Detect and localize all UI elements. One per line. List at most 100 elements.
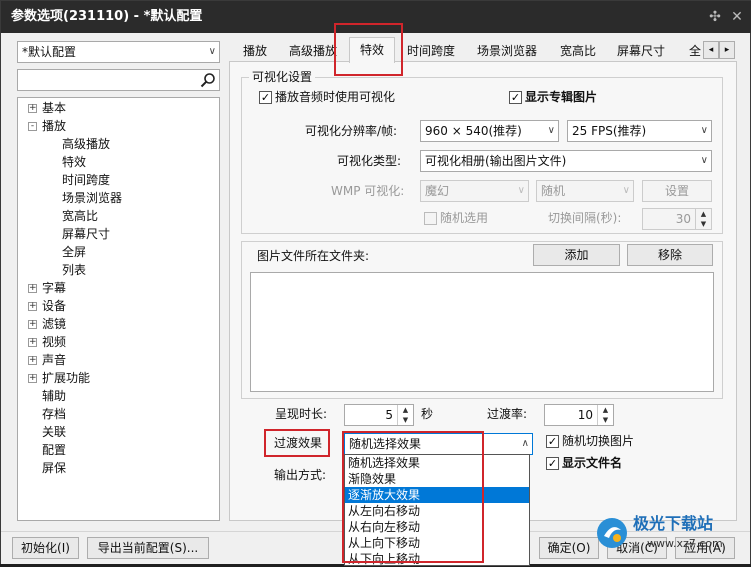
search-icon[interactable] <box>200 72 216 88</box>
random-select-checkbox[interactable] <box>424 212 437 225</box>
checkmark-icon: ✓ <box>510 91 521 104</box>
duration-value: 5 <box>385 408 393 422</box>
show-filename-checkbox[interactable]: ✓ <box>546 457 559 470</box>
tree-item[interactable]: 设备 <box>42 298 66 314</box>
tree-child-item[interactable]: 高级播放 <box>62 136 110 152</box>
random-select-label: 随机选用 <box>440 211 489 225</box>
tree-child-item[interactable]: 场景浏览器 <box>62 190 122 206</box>
tree-expander-icon[interactable]: + <box>28 320 37 329</box>
annotation-box-dropdown <box>342 431 484 563</box>
vis-type-select-value: 可视化相册(输出图片文件) <box>425 154 567 168</box>
tree-item[interactable]: 播放 <box>42 118 66 134</box>
transition-rate-value: 10 <box>577 408 593 422</box>
init-button[interactable]: 初始化(I) <box>12 537 79 559</box>
tree-child-item[interactable]: 全屏 <box>62 244 86 260</box>
tree-item[interactable]: 视频 <box>42 334 66 350</box>
tree-item[interactable]: 辅助 <box>42 388 66 404</box>
export-config-button[interactable]: 导出当前配置(S)... <box>87 537 209 559</box>
vis-type-select[interactable]: 可视化相册(输出图片文件) ∨ <box>420 150 712 172</box>
chevron-down-icon: ∨ <box>622 185 630 196</box>
tree-child-item[interactable]: 宽高比 <box>62 208 98 224</box>
folder-label: 图片文件所在文件夹: <box>257 249 370 263</box>
wmp-setup-button[interactable]: 设置 <box>642 180 712 202</box>
tree-item[interactable]: 扩展功能 <box>42 370 90 386</box>
vis-type-label: 可视化类型: <box>337 154 402 168</box>
tab-6[interactable]: 屏幕尺寸 <box>617 41 665 61</box>
transition-rate-spinner[interactable]: 10 ▲ ▼ <box>544 404 614 426</box>
tab-scroll-left-button[interactable]: ◂ <box>703 41 719 59</box>
tree-item[interactable]: 声音 <box>42 352 66 368</box>
output-label: 输出方式: <box>274 468 327 482</box>
spin-up-icon[interactable]: ▲ <box>597 405 613 415</box>
profile-select[interactable]: *默认配置 ∨ <box>17 41 220 63</box>
tab-0[interactable]: 播放 <box>243 41 267 61</box>
tree-child-item[interactable]: 列表 <box>62 262 86 278</box>
search-input[interactable] <box>20 71 198 89</box>
tree-item[interactable]: 配置 <box>42 442 66 458</box>
watermark: 极光下载站 www.xz7.com <box>595 512 745 556</box>
profile-select-value: *默认配置 <box>22 45 77 59</box>
visualization-group-title: 可视化设置 <box>249 69 316 85</box>
tree-item[interactable]: 基本 <box>42 100 66 116</box>
folder-list[interactable] <box>250 272 714 392</box>
play-audio-vis-checkbox[interactable]: ✓ <box>259 91 272 104</box>
spin-down-icon[interactable]: ▼ <box>397 415 413 425</box>
chevron-down-icon: ∨ <box>700 125 708 136</box>
spin-down-icon[interactable]: ▼ <box>695 219 711 229</box>
tree-child-item[interactable]: 时间跨度 <box>62 172 110 188</box>
tree-expander-icon[interactable]: + <box>28 338 37 347</box>
tree-expander-icon[interactable]: + <box>28 356 37 365</box>
tab-5[interactable]: 宽高比 <box>560 41 596 61</box>
tree-expander-icon[interactable]: - <box>28 122 37 131</box>
spin-up-icon[interactable]: ▲ <box>397 405 413 415</box>
tree-child-item[interactable]: 屏幕尺寸 <box>62 226 110 242</box>
duration-spinner[interactable]: 5 ▲ ▼ <box>344 404 414 426</box>
search-box <box>17 69 220 91</box>
watermark-url: www.xz7.com <box>647 537 723 550</box>
spin-down-icon[interactable]: ▼ <box>597 415 613 425</box>
tree-item[interactable]: 字幕 <box>42 280 66 296</box>
tree-expander-icon[interactable]: + <box>28 374 37 383</box>
tab-2[interactable]: 特效 <box>349 37 396 63</box>
tree-item[interactable]: 滤镜 <box>42 316 66 332</box>
wmp-label: WMP 可视化: <box>331 184 405 198</box>
tree-expander-icon[interactable]: + <box>28 302 37 311</box>
tree-item[interactable]: 屏保 <box>42 460 66 476</box>
tab-scroll-right-button[interactable]: ▸ <box>719 41 735 59</box>
fps-select[interactable]: 25 FPS(推荐) ∨ <box>567 120 712 142</box>
chevron-down-icon: ∨ <box>700 155 708 166</box>
tree-item[interactable]: 关联 <box>42 424 66 440</box>
resolution-select[interactable]: 960 × 540(推荐) ∨ <box>420 120 559 142</box>
wmp-select-value: 魔幻 <box>425 184 450 198</box>
tab-1[interactable]: 高级播放 <box>289 41 337 61</box>
tree-expander-icon[interactable]: + <box>28 284 37 293</box>
spin-up-icon[interactable]: ▲ <box>695 209 711 219</box>
fps-select-value: 25 FPS(推荐) <box>572 124 647 138</box>
ok-button[interactable]: 确定(O) <box>539 537 599 559</box>
interval-spinner[interactable]: 30 ▲ ▼ <box>642 208 712 230</box>
show-album-label: 显示专辑图片 <box>525 90 598 104</box>
resolution-select-value: 960 × 540(推荐) <box>425 124 522 138</box>
checkmark-icon: ✓ <box>547 457 558 470</box>
watermark-logo-icon <box>597 518 627 548</box>
tab-4[interactable]: 场景浏览器 <box>477 41 537 61</box>
window-title: 参数选项(231110) - *默认配置 <box>11 9 203 24</box>
pin-icon[interactable]: ✣ <box>705 1 725 33</box>
duration-label: 呈现时长: <box>275 407 328 421</box>
chevron-down-icon: ∨ <box>517 185 525 196</box>
tree-expander-icon[interactable]: + <box>28 104 37 113</box>
tab-7[interactable]: 全 <box>689 41 701 61</box>
remove-folder-button[interactable]: 移除 <box>627 244 713 266</box>
tree-child-item[interactable]: 特效 <box>62 154 86 170</box>
random-switch-label: 随机切换图片 <box>562 434 635 448</box>
show-album-checkbox[interactable]: ✓ <box>509 91 522 104</box>
annotation-box-label <box>264 429 330 457</box>
random-switch-checkbox[interactable]: ✓ <box>546 435 559 448</box>
add-folder-button[interactable]: 添加 <box>533 244 620 266</box>
wmp-mode-select[interactable]: 随机 ∨ <box>536 180 634 202</box>
wmp-mode-select-value: 随机 <box>541 184 566 198</box>
tree-item[interactable]: 存档 <box>42 406 66 422</box>
wmp-select[interactable]: 魔幻 ∨ <box>420 180 529 202</box>
tab-3[interactable]: 时间跨度 <box>407 41 455 61</box>
close-icon[interactable]: ✕ <box>727 1 747 33</box>
